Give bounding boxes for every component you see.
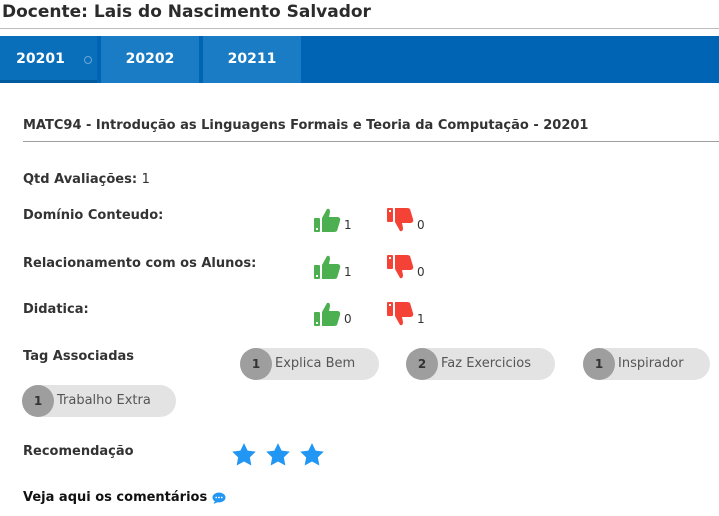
course-title: MATC94 - Introdução as Linguagens Formai…	[23, 118, 589, 133]
recommendation-label: Recomendação	[23, 444, 134, 459]
tab-20202[interactable]: 20202	[101, 36, 199, 83]
tags-label: Tag Associadas	[23, 349, 135, 364]
qtd-label: Qtd Avaliações:	[23, 172, 138, 187]
semester-tabs: 20201 20202 20211	[0, 36, 719, 83]
course-divider	[23, 141, 719, 142]
header-divider	[0, 28, 719, 29]
tag-chip[interactable]: 1 Inspirador	[583, 348, 710, 380]
upvote-didatica[interactable]: 0	[313, 301, 353, 327]
tag-count: 1	[583, 348, 615, 380]
upvote-dominio[interactable]: 1	[313, 207, 353, 233]
downvote-count: 0	[417, 218, 425, 232]
tag-chip[interactable]: 1 Trabalho Extra	[22, 385, 176, 417]
tag-label: Faz Exercicios	[441, 356, 532, 371]
downvote-count: 0	[417, 265, 425, 279]
tab-20211[interactable]: 20211	[203, 36, 301, 83]
criteria-label-relacionamento: Relacionamento com os Alunos:	[23, 256, 257, 271]
tag-count: 2	[406, 348, 438, 380]
thumb-up-icon	[314, 208, 341, 232]
qtd-avaliacoes: Qtd Avaliações: 1	[23, 172, 150, 187]
upvote-count: 0	[344, 312, 352, 326]
star-icon	[300, 443, 324, 466]
tag-label: Inspirador	[618, 356, 684, 371]
downvote-dominio[interactable]: 0	[386, 207, 426, 233]
thumb-down-icon	[387, 302, 414, 326]
tag-count: 1	[22, 385, 54, 417]
tab-label: 20202	[125, 51, 175, 67]
page-title: Docente: Lais do Nascimento Salvador	[2, 2, 371, 22]
star-icon	[266, 443, 290, 466]
criteria-label-dominio: Domínio Conteudo:	[23, 208, 164, 223]
comments-link[interactable]: Veja aqui os comentários	[23, 490, 207, 505]
downvote-count: 1	[417, 312, 425, 326]
downvote-relacionamento[interactable]: 0	[386, 254, 426, 280]
tag-chip[interactable]: 1 Explica Bem	[240, 348, 379, 380]
tab-label: 20211	[227, 51, 277, 67]
qtd-value: 1	[141, 172, 150, 187]
chat-bubble-icon[interactable]	[212, 492, 226, 504]
tag-label: Trabalho Extra	[57, 393, 151, 408]
criteria-label-didatica: Didatica:	[23, 302, 89, 317]
tab-label: 20201	[16, 51, 65, 67]
tab-active-indicator	[84, 56, 92, 64]
thumb-down-icon	[387, 208, 414, 232]
star-icon	[232, 443, 256, 466]
tab-20201[interactable]: 20201	[0, 36, 97, 83]
tag-label: Explica Bem	[275, 356, 356, 371]
thumb-up-icon	[314, 255, 341, 279]
tag-chip[interactable]: 2 Faz Exercicios	[406, 348, 555, 380]
upvote-relacionamento[interactable]: 1	[313, 254, 353, 280]
thumb-down-icon	[387, 255, 414, 279]
thumb-up-icon	[314, 302, 341, 326]
upvote-count: 1	[344, 218, 352, 232]
upvote-count: 1	[344, 265, 352, 279]
tag-count: 1	[240, 348, 272, 380]
downvote-didatica[interactable]: 1	[386, 301, 426, 327]
